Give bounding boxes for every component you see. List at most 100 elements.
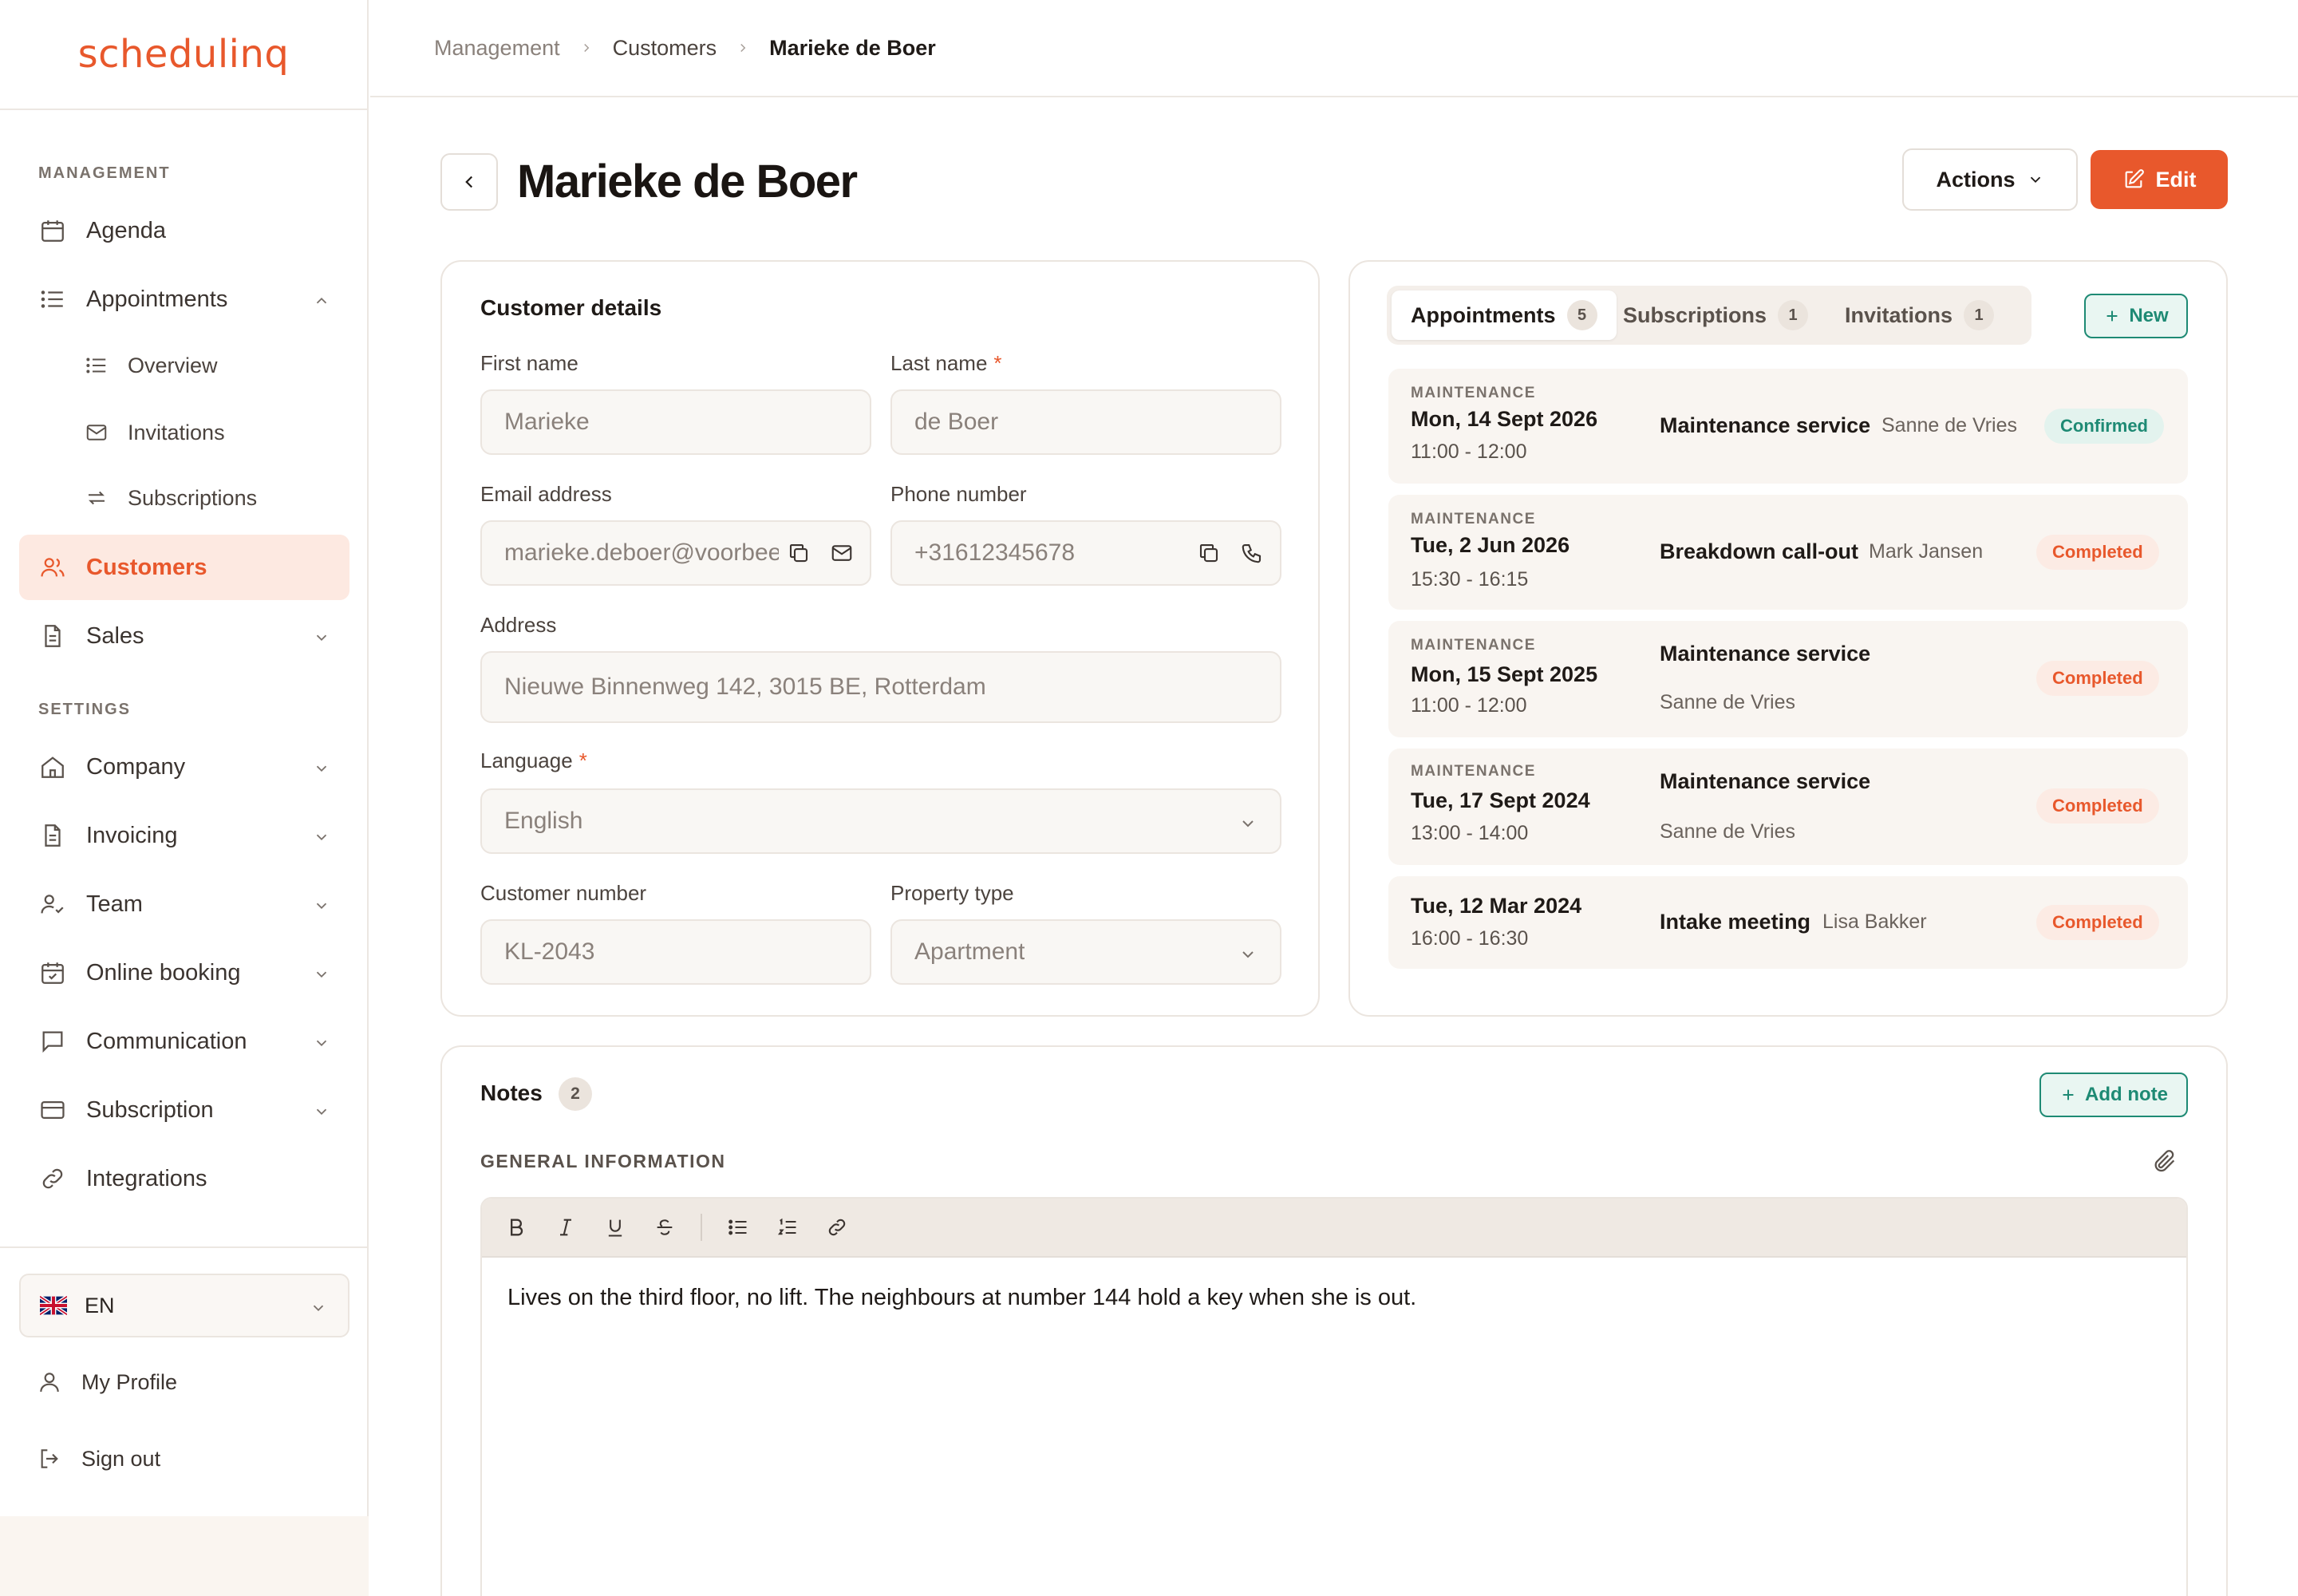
- status-badge: Completed: [2036, 788, 2159, 824]
- appointment-row[interactable]: MAINTENANCE Tue, 2 Jun 2026 15:30 - 16:1…: [1388, 495, 2188, 610]
- mail-icon[interactable]: [830, 541, 854, 565]
- chevron-down-icon: [313, 963, 330, 981]
- chevron-down-icon: [1238, 943, 1258, 970]
- sidebar-item-online-booking[interactable]: Online booking: [19, 940, 349, 1005]
- app-logo[interactable]: schedulinq: [78, 32, 290, 77]
- bullet-list-icon[interactable]: [725, 1214, 752, 1241]
- breadcrumb-customers[interactable]: Customers: [613, 36, 717, 61]
- appointment-date: Tue, 17 Sept 2024: [1411, 788, 1590, 812]
- strikethrough-icon[interactable]: [651, 1214, 678, 1241]
- back-button[interactable]: [440, 153, 498, 211]
- tab-subscriptions[interactable]: Subscriptions 1: [1604, 290, 1827, 340]
- tab-label: Invitations: [1845, 302, 1953, 327]
- sign-out-label: Sign out: [81, 1446, 161, 1471]
- actions-label: Actions: [1936, 167, 2016, 192]
- breadcrumb-current: Marieke de Boer: [769, 35, 936, 60]
- appointment-service: Maintenance service: [1660, 413, 1871, 437]
- chevron-left-icon: [459, 172, 480, 192]
- link-icon: [38, 1164, 67, 1193]
- property-type-label: Property type: [890, 881, 1014, 905]
- appointment-date: Tue, 12 Mar 2024: [1411, 894, 1582, 918]
- sidebar-footer-fill: [0, 1516, 369, 1596]
- italic-icon[interactable]: [552, 1214, 579, 1241]
- edit-label: Edit: [2155, 167, 2197, 192]
- logo-area: schedulinq: [0, 0, 367, 110]
- calendar-check-icon: [38, 958, 67, 987]
- bold-icon[interactable]: [503, 1214, 530, 1241]
- status-badge: Completed: [2036, 535, 2159, 570]
- sidebar-item-company[interactable]: Company: [19, 734, 349, 800]
- last-name-field[interactable]: de Boer: [890, 389, 1281, 455]
- tab-appointments[interactable]: Appointments 5: [1392, 290, 1617, 340]
- appointment-category: MAINTENANCE: [1411, 511, 1536, 527]
- sidebar-item-label: Customers: [86, 554, 207, 580]
- appointment-row[interactable]: MAINTENANCE Mon, 15 Sept 2025 11:00 - 12…: [1388, 621, 2188, 737]
- appointment-row[interactable]: MAINTENANCE Mon, 14 Sept 2026 11:00 - 12…: [1388, 369, 2188, 484]
- add-note-button[interactable]: Add note: [2039, 1073, 2188, 1117]
- sidebar-item-label: Online booking: [86, 959, 241, 986]
- note-section-label: GENERAL INFORMATION: [480, 1151, 726, 1171]
- numbered-list-icon[interactable]: [774, 1214, 801, 1241]
- sidebar-divider: [0, 1246, 369, 1248]
- mail-icon: [83, 419, 110, 446]
- copy-icon[interactable]: [787, 541, 811, 565]
- invoice-icon: [38, 821, 67, 850]
- sidebar-subitem-label: Overview: [128, 353, 218, 377]
- address-value: Nieuwe Binnenweg 142, 3015 BE, Rotterdam: [504, 674, 986, 700]
- breadcrumb: Management Customers Marieke de Boer: [370, 0, 2298, 97]
- phone-field[interactable]: +31612345678: [890, 520, 1281, 586]
- user-check-icon: [38, 890, 67, 918]
- email-label: Email address: [480, 482, 612, 506]
- edit-button[interactable]: Edit: [2091, 150, 2228, 209]
- email-value: marieke.deboer@voorbeeld.nl: [504, 539, 826, 566]
- sidebar-item-label: Team: [86, 891, 143, 917]
- sidebar-subitem-subscriptions[interactable]: Subscriptions: [83, 474, 257, 522]
- actions-dropdown-button[interactable]: Actions: [1902, 148, 2078, 211]
- appointment-person: Sanne de Vries: [1660, 820, 1796, 843]
- page-title: Marieke de Boer: [517, 156, 858, 207]
- new-appointment-button[interactable]: New: [2084, 294, 2188, 338]
- appointment-time: 16:00 - 16:30: [1411, 927, 1529, 950]
- list-icon: [38, 285, 67, 314]
- language-select-field[interactable]: English: [480, 788, 1281, 854]
- sidebar-item-appointments[interactable]: Appointments: [19, 267, 349, 332]
- sidebar-item-sales[interactable]: Sales: [19, 603, 349, 669]
- sidebar-item-team[interactable]: Team: [19, 871, 349, 937]
- paperclip-icon[interactable]: [2151, 1148, 2178, 1179]
- appointment-row[interactable]: Tue, 12 Mar 2024 16:00 - 16:30 Intake me…: [1388, 876, 2188, 969]
- property-type-select[interactable]: Apartment: [890, 919, 1281, 985]
- sidebar-subitem-overview[interactable]: Overview: [83, 342, 218, 389]
- home-icon: [38, 753, 67, 781]
- sidebar-item-integrations[interactable]: Integrations: [19, 1146, 349, 1211]
- sidebar-item-customers[interactable]: Customers: [19, 535, 349, 600]
- chevron-down-icon: [313, 626, 330, 644]
- language-select[interactable]: EN: [19, 1274, 349, 1337]
- sidebar-item-label: Communication: [86, 1028, 247, 1054]
- sign-out-link[interactable]: Sign out: [35, 1435, 160, 1483]
- sidebar-subitem-invitations[interactable]: Invitations: [83, 409, 225, 456]
- underline-icon[interactable]: [602, 1214, 629, 1241]
- sidebar-item-label: Company: [86, 753, 186, 780]
- tab-invitations[interactable]: Invitations 1: [1826, 290, 2013, 340]
- appointment-date: Mon, 14 Sept 2026: [1411, 407, 1598, 431]
- phone-icon[interactable]: [1240, 541, 1264, 565]
- link-icon[interactable]: [823, 1214, 851, 1241]
- sidebar-item-agenda[interactable]: Agenda: [19, 198, 349, 263]
- my-profile-link[interactable]: My Profile: [35, 1358, 177, 1406]
- appointment-person: Mark Jansen: [1869, 540, 1984, 563]
- email-field[interactable]: marieke.deboer@voorbeeld.nl: [480, 520, 871, 586]
- customer-number-field[interactable]: KL-2043: [480, 919, 871, 985]
- plus-icon: [2103, 307, 2121, 325]
- address-field[interactable]: Nieuwe Binnenweg 142, 3015 BE, Rotterdam: [480, 651, 1281, 723]
- copy-icon[interactable]: [1197, 541, 1221, 565]
- first-name-field[interactable]: Marieke: [480, 389, 871, 455]
- sidebar-item-subscription[interactable]: Subscription: [19, 1077, 349, 1143]
- appointment-date: Mon, 15 Sept 2025: [1411, 662, 1598, 686]
- sidebar-item-invoicing[interactable]: Invoicing: [19, 803, 349, 868]
- user-icon: [35, 1368, 64, 1396]
- note-text[interactable]: Lives on the third floor, no lift. The n…: [482, 1258, 2186, 1338]
- sidebar-item-communication[interactable]: Communication: [19, 1009, 349, 1074]
- last-name-value: de Boer: [914, 409, 999, 435]
- appointment-row[interactable]: MAINTENANCE Tue, 17 Sept 2024 13:00 - 14…: [1388, 749, 2188, 865]
- breadcrumb-management[interactable]: Management: [434, 36, 560, 61]
